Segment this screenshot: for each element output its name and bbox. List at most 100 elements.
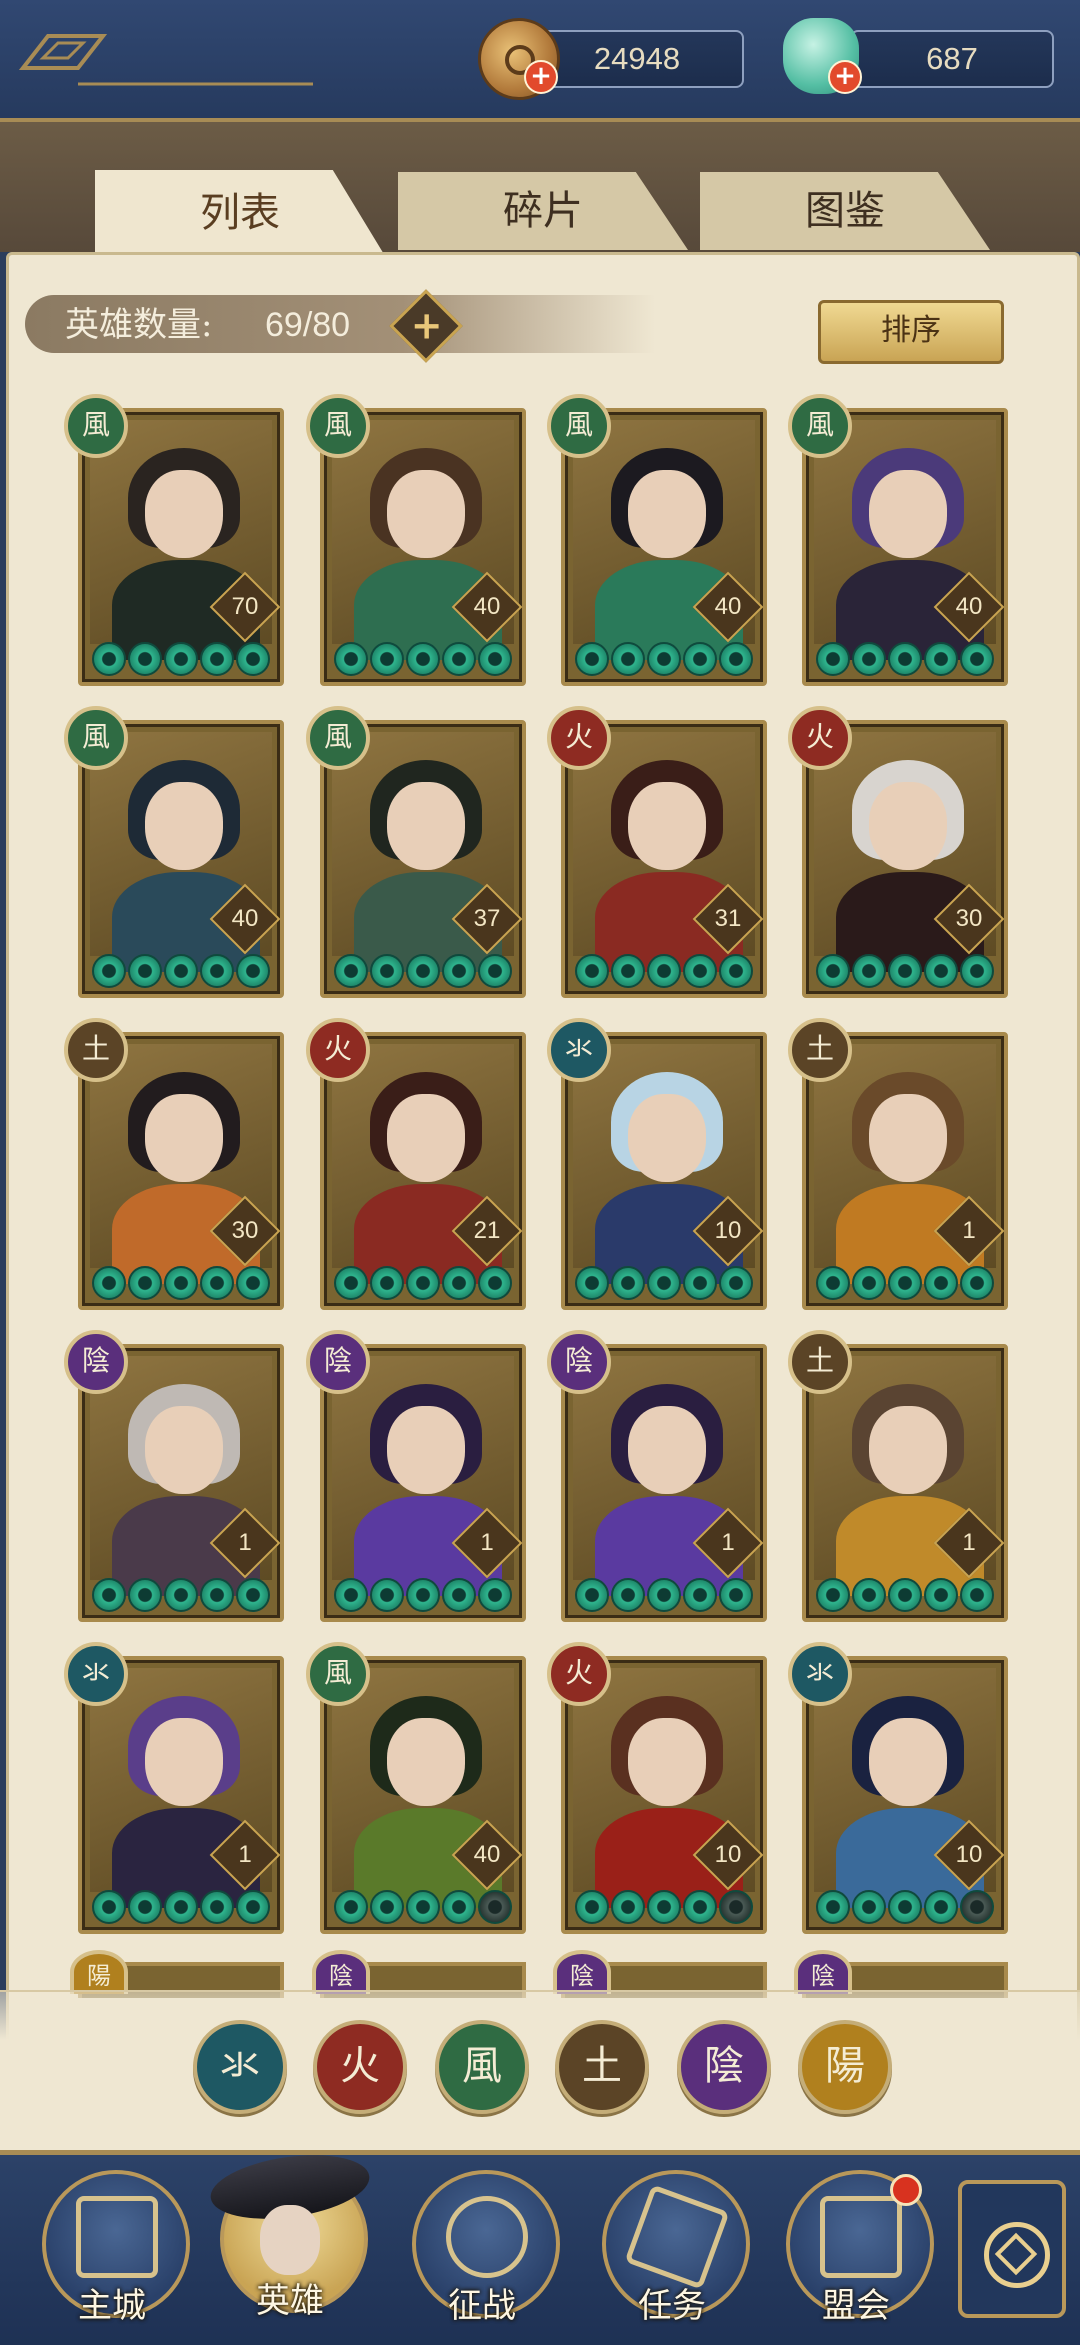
jade-star-icon	[370, 642, 404, 676]
jade-star-icon	[236, 642, 270, 676]
hero-face	[628, 470, 706, 558]
jade-star-icon	[816, 1266, 850, 1300]
jade-star-icon	[852, 1890, 886, 1924]
jade-star-icon	[164, 642, 198, 676]
jade-star-icon	[960, 642, 994, 676]
hero-face	[387, 1406, 465, 1494]
nav-hero[interactable]: 英雄	[206, 2146, 374, 2325]
jade-star-icon	[611, 1890, 645, 1924]
filter-earth-button[interactable]: 土	[555, 2020, 649, 2114]
jade-star-icon	[128, 1890, 162, 1924]
jade-star-icon	[924, 1578, 958, 1612]
filter-yang-button[interactable]: 陽	[798, 2020, 892, 2114]
jade-star-icon	[200, 954, 234, 988]
nav-battle-label: 征战	[448, 2286, 516, 2326]
add-jade-button[interactable]: +	[828, 60, 862, 94]
jade-star-icon	[888, 642, 922, 676]
element-badge-icon: 陰	[64, 1330, 128, 1394]
jade-star-icon	[924, 642, 958, 676]
banner-glyph-icon	[446, 2196, 528, 2278]
jade-star-icon	[960, 1266, 994, 1300]
nav-city[interactable]: 主城	[42, 2170, 190, 2330]
hero-level-value: 70	[231, 593, 259, 620]
jade-star-icon	[442, 642, 476, 676]
hero-level-value: 10	[955, 1841, 983, 1868]
hero-face	[145, 782, 223, 870]
nav-quest[interactable]: 任务	[602, 2170, 750, 2330]
hero-star-row	[334, 1266, 512, 1302]
jade-star-icon	[683, 1266, 717, 1300]
hero-level-value: 1	[480, 1529, 494, 1556]
nav-battle[interactable]: 征战	[412, 2170, 560, 2330]
element-badge-icon: 風	[547, 394, 611, 458]
jade-star-icon	[816, 1578, 850, 1612]
gate-glyph-icon	[76, 2196, 158, 2278]
jade-star-icon	[611, 954, 645, 988]
jade-star-icon	[236, 1578, 270, 1612]
jade-star-icon	[478, 954, 512, 988]
hero-level-value: 1	[238, 1529, 252, 1556]
hero-level-value: 40	[231, 905, 259, 932]
filter-fire-button[interactable]: 火	[313, 2020, 407, 2114]
jade-star-icon	[611, 1266, 645, 1300]
jade-star-icon	[200, 1890, 234, 1924]
jade-star-icon	[334, 642, 368, 676]
jade-star-icon	[442, 954, 476, 988]
hero-level-value: 10	[714, 1841, 742, 1868]
element-badge-icon: 火	[788, 706, 852, 770]
hero-face	[869, 782, 947, 870]
jade-star-icon	[683, 954, 717, 988]
jade-star-icon	[611, 642, 645, 676]
nav-quest-label: 任务	[638, 2286, 706, 2326]
jade-star-icon	[406, 1578, 440, 1612]
hero-star-row	[334, 954, 512, 990]
jade-star-icon	[334, 1578, 368, 1612]
jade-star-icon	[852, 1266, 886, 1300]
jade-star-icon	[478, 1578, 512, 1612]
jade-star-icon	[888, 1266, 922, 1300]
jade-star-icon	[647, 1266, 681, 1300]
filter-yin-button[interactable]: 陰	[677, 2020, 771, 2114]
jade-star-icon	[719, 642, 753, 676]
hero-level-value: 1	[238, 1841, 252, 1868]
element-badge-icon: 火	[547, 1642, 611, 1706]
hero-face	[869, 1718, 947, 1806]
jade-star-icon	[478, 642, 512, 676]
jade-star-icon	[575, 1890, 609, 1924]
jade-star-icon	[719, 954, 753, 988]
hero-star-row	[575, 642, 753, 678]
jade-star-icon	[924, 954, 958, 988]
hero-face	[628, 1094, 706, 1182]
add-coins-button[interactable]: +	[524, 60, 558, 94]
sort-button[interactable]: 排序	[818, 300, 1004, 364]
jade-star-icon	[611, 1578, 645, 1612]
hero-star-row	[575, 1578, 753, 1614]
hero-face	[145, 1094, 223, 1182]
hero-count-label: 英雄数量:	[65, 305, 213, 345]
hero-level-value: 1	[721, 1529, 735, 1556]
hero-level-value: 30	[955, 905, 983, 932]
hero-star-row	[816, 1578, 994, 1614]
jade-star-icon	[575, 954, 609, 988]
hero-level-value: 37	[473, 905, 501, 932]
hero-face-icon	[260, 2205, 320, 2275]
hero-star-row	[334, 1578, 512, 1614]
element-badge-icon: 氺	[547, 1018, 611, 1082]
element-badge-icon: 風	[788, 394, 852, 458]
hero-count-value: 69/80	[265, 306, 351, 344]
filter-water-button[interactable]: 氺	[193, 2020, 287, 2114]
hero-star-row	[334, 1890, 512, 1926]
jade-star-icon	[128, 1578, 162, 1612]
more-menu-button[interactable]	[958, 2180, 1066, 2318]
hero-star-row	[816, 954, 994, 990]
jade-star-icon	[816, 642, 850, 676]
jade-star-icon	[647, 642, 681, 676]
element-badge-icon: 土	[788, 1330, 852, 1394]
jade-star-icon	[683, 642, 717, 676]
hero-level-value: 40	[714, 593, 742, 620]
hero-face	[869, 1094, 947, 1182]
hero-face	[869, 1406, 947, 1494]
element-badge-icon: 風	[64, 394, 128, 458]
hero-star-row	[816, 1890, 994, 1926]
filter-wind-button[interactable]: 風	[435, 2020, 529, 2114]
